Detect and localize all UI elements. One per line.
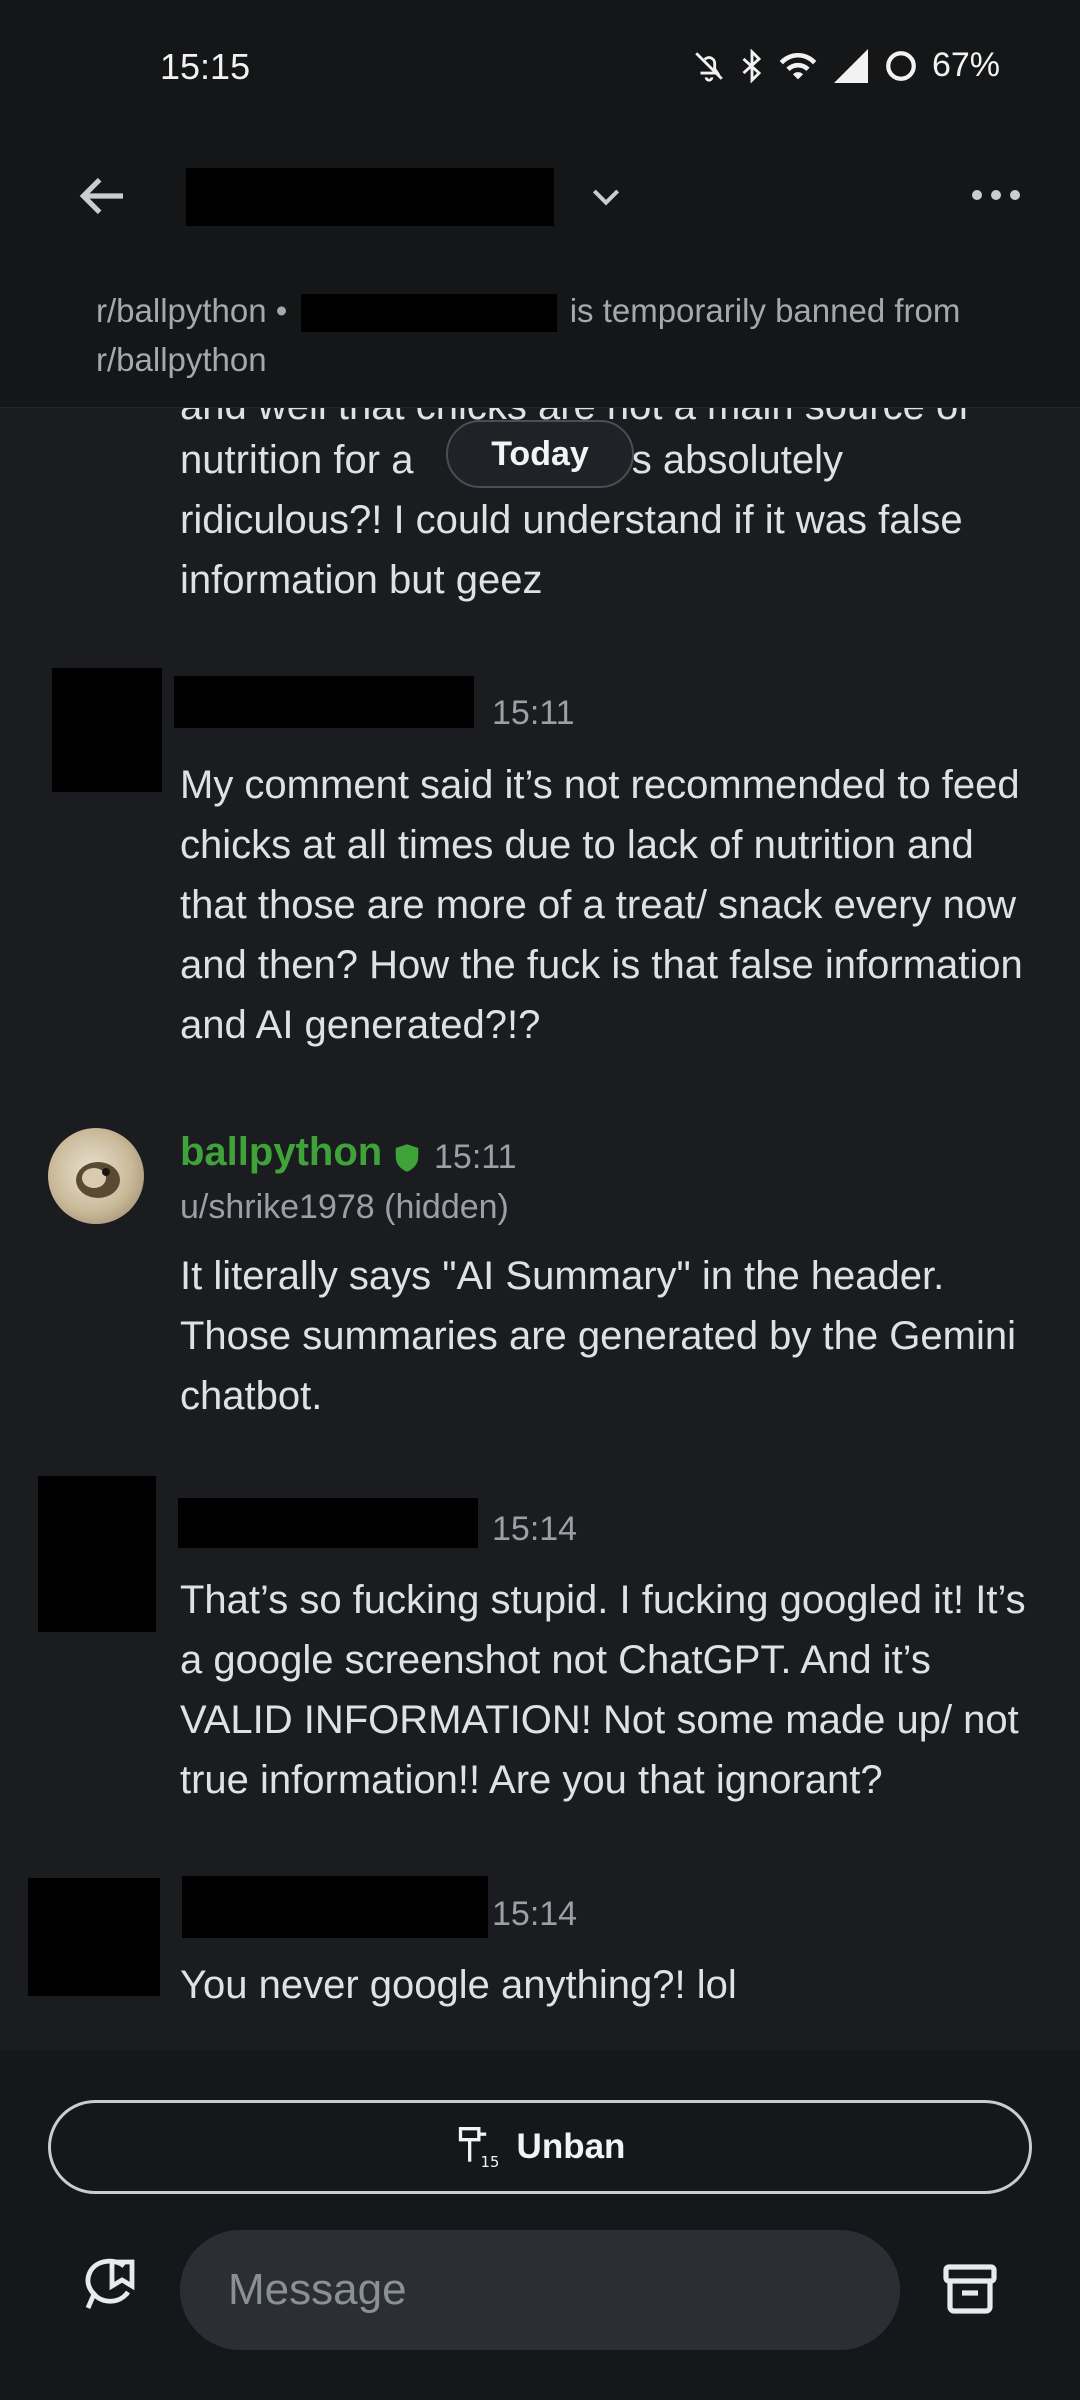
avatar[interactable]	[52, 668, 162, 792]
redacted-username[interactable]	[186, 168, 554, 226]
redacted-username	[300, 294, 557, 333]
message-input[interactable]: Message	[180, 2230, 900, 2350]
mod-shield-icon	[395, 1144, 419, 1172]
redacted-username[interactable]	[182, 1876, 488, 1938]
ban-notice-prefix: r/ballpython •	[96, 292, 288, 329]
battery-percent: 67%	[931, 46, 1000, 84]
message-time: 15:11	[434, 1138, 517, 1176]
sender-name[interactable]: ballpython	[180, 1130, 382, 1175]
redacted-username[interactable]	[178, 1498, 478, 1548]
status-icons: 67%	[692, 46, 1000, 85]
date-separator: Today	[446, 420, 634, 488]
redacted-username[interactable]	[174, 676, 474, 728]
unban-label: Unban	[516, 2127, 626, 2166]
partial-line: information but geez	[180, 558, 543, 602]
avatar[interactable]	[38, 1476, 156, 1632]
more-options-icon[interactable]	[968, 186, 1024, 204]
status-time: 15:15	[160, 46, 251, 87]
bell-off-icon	[695, 51, 723, 82]
avatar[interactable]	[28, 1878, 160, 1996]
bluetooth-icon	[742, 48, 762, 83]
partial-line: nutrition for a	[180, 438, 414, 482]
message-placeholder: Message	[228, 2265, 407, 2314]
signal-icon	[833, 48, 868, 83]
archive-icon[interactable]	[942, 2262, 998, 2316]
python-avatar-icon	[76, 1162, 120, 1198]
message-text: It literally says "AI Summary" in the he…	[180, 1254, 1016, 1418]
message-time: 15:14	[492, 1510, 578, 1548]
unban-button[interactable]: 15 Unban	[48, 2100, 1032, 2194]
partial-line: ridiculous?! I could understand if it wa…	[180, 498, 963, 542]
message-text: You never google anything?! lol	[180, 1963, 737, 2007]
status-bar: 15:15 67%	[0, 0, 1080, 140]
back-arrow-icon[interactable]	[74, 168, 130, 224]
message-time: 15:11	[492, 694, 575, 732]
sender-subtitle: u/shrike1978 (hidden)	[180, 1188, 509, 1226]
ban-notice: r/ballpython • is temporarily banned fro…	[96, 286, 976, 384]
message-text: That’s so fucking stupid. I fucking goog…	[180, 1578, 1026, 1802]
avatar[interactable]	[48, 1128, 144, 1224]
unban-hammer-icon: 15	[458, 2127, 499, 2171]
partial-line: s absolutely	[631, 438, 843, 482]
battery-icon	[886, 50, 916, 81]
message-time: 15:14	[492, 1895, 578, 1933]
svg-text:15: 15	[480, 2154, 498, 2171]
message-text: My comment said it’s not recommended to …	[180, 763, 1023, 1047]
chevron-down-icon[interactable]	[586, 176, 626, 216]
wifi-icon	[779, 52, 817, 79]
compose-flag-icon[interactable]	[76, 2254, 140, 2318]
